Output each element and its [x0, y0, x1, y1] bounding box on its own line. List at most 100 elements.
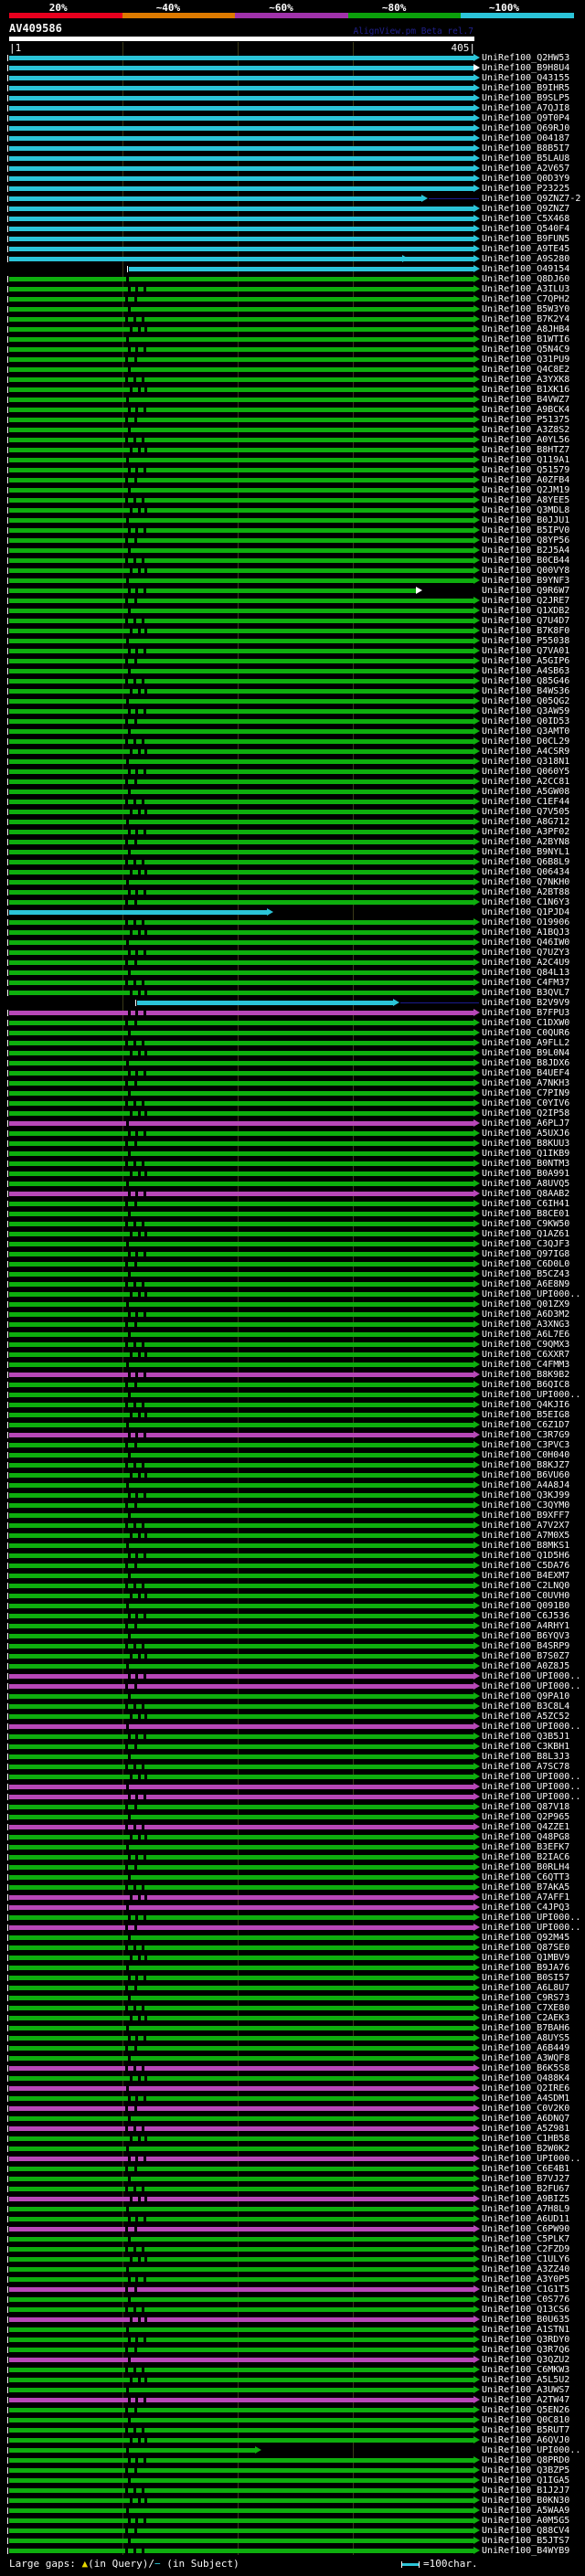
alignment-row[interactable]: UniRef100_B7BAH6 [0, 2023, 585, 2033]
alignment-row[interactable]: UniRef100_A6L8U7 [0, 1983, 585, 1993]
alignment-row[interactable]: UniRef100_B9YNF3 [0, 576, 585, 586]
alignment-row[interactable]: UniRef100_B2J5A4 [0, 546, 585, 556]
subject-label[interactable]: UniRef100_Q92M45 [482, 1933, 569, 1943]
subject-label[interactable]: UniRef100_A4CSR9 [482, 747, 569, 757]
alignment-row[interactable]: UniRef100_Q9ZNZ7-2 [0, 194, 585, 204]
subject-label[interactable]: UniRef100_C0YIV6 [482, 1098, 569, 1108]
alignment-row[interactable]: UniRef100_B7VJ27 [0, 2174, 585, 2184]
subject-label[interactable]: UniRef100_B9YNF3 [482, 576, 569, 586]
subject-label[interactable]: UniRef100_Q13CS6 [482, 2305, 569, 2315]
subject-label[interactable]: UniRef100_A1BQJ3 [482, 928, 569, 938]
alignment-row[interactable]: UniRef100_A2BT88 [0, 887, 585, 897]
subject-label[interactable]: UniRef100_O04187 [482, 133, 569, 143]
alignment-row[interactable]: UniRef100_C1N6Y3 [0, 897, 585, 907]
subject-label[interactable]: UniRef100_B7VJ27 [482, 2174, 569, 2184]
subject-label[interactable]: UniRef100_B1J2J7 [482, 2486, 569, 2496]
alignment-row[interactable]: UniRef100_Q51579 [0, 465, 585, 475]
subject-label[interactable]: UniRef100_C4JPQ3 [482, 1903, 569, 1913]
subject-label[interactable]: UniRef100_A9FLL2 [482, 1038, 569, 1048]
alignment-row[interactable]: UniRef100_C9KW50 [0, 1219, 585, 1229]
subject-label[interactable]: UniRef100_A4SDM1 [482, 2094, 569, 2104]
alignment-row[interactable]: UniRef100_B2V9V9 [0, 998, 585, 1008]
subject-label[interactable]: UniRef100_C3KBH1 [482, 1742, 569, 1752]
alignment-row[interactable]: UniRef100_C0UVH0 [0, 1591, 585, 1601]
subject-label[interactable]: UniRef100_C1N6Y3 [482, 897, 569, 907]
subject-label[interactable]: UniRef100_UPI000.. [482, 1671, 580, 1681]
alignment-row[interactable]: UniRef100_A6E8N9 [0, 1279, 585, 1289]
subject-label[interactable]: UniRef100_B8JDX6 [482, 1058, 569, 1068]
subject-label[interactable]: UniRef100_A0ZFB4 [482, 475, 569, 485]
alignment-row[interactable]: UniRef100_Q4ZZE1 [0, 1822, 585, 1832]
alignment-row[interactable]: UniRef100_C0QUR6 [0, 1028, 585, 1038]
alignment-row[interactable]: UniRef100_O19906 [0, 917, 585, 928]
subject-label[interactable]: UniRef100_Q8YP56 [482, 535, 569, 546]
subject-label[interactable]: UniRef100_A0M5G5 [482, 2516, 569, 2526]
alignment-row[interactable]: UniRef100_UPI000.. [0, 1923, 585, 1933]
alignment-row[interactable]: UniRef100_C5DA76 [0, 1561, 585, 1571]
subject-label[interactable]: UniRef100_Q2IRE6 [482, 2083, 569, 2094]
subject-label[interactable]: UniRef100_Q5EN26 [482, 2405, 569, 2415]
subject-label[interactable]: UniRef100_A5UXJ6 [482, 1129, 569, 1139]
subject-label[interactable]: UniRef100_UPI000.. [482, 1792, 580, 1802]
subject-label[interactable]: UniRef100_Q1XDB2 [482, 606, 569, 616]
subject-label[interactable]: UniRef100_A7AFF1 [482, 1892, 569, 1903]
alignment-row[interactable]: UniRef100_C6E4B1 [0, 2164, 585, 2174]
alignment-row[interactable]: UniRef100_Q3MDL8 [0, 505, 585, 515]
subject-label[interactable]: UniRef100_A5GIP6 [482, 656, 569, 666]
alignment-row[interactable]: UniRef100_Q0ID53 [0, 716, 585, 726]
alignment-row[interactable]: UniRef100_C3KBH1 [0, 1742, 585, 1752]
subject-label[interactable]: UniRef100_Q46IW0 [482, 938, 569, 948]
subject-label[interactable]: UniRef100_B0A991 [482, 1169, 569, 1179]
subject-label[interactable]: UniRef100_A0Z8J5 [482, 1661, 569, 1671]
subject-label[interactable]: UniRef100_Q3BZP5 [482, 2465, 569, 2475]
alignment-row[interactable]: UniRef100_A8YEE5 [0, 495, 585, 505]
subject-label[interactable]: UniRef100_UPI000.. [482, 1782, 580, 1792]
alignment-row[interactable]: UniRef100_A4SDM1 [0, 2094, 585, 2104]
subject-label[interactable]: UniRef100_B8KJZ7 [482, 1460, 569, 1470]
subject-label[interactable]: UniRef100_C6IH41 [482, 1199, 569, 1209]
subject-label[interactable]: UniRef100_C7XE80 [482, 2003, 569, 2013]
alignment-row[interactable]: UniRef100_A5GW08 [0, 787, 585, 797]
subject-label[interactable]: UniRef100_A6UD11 [482, 2214, 569, 2224]
alignment-row[interactable]: UniRef100_B2IAC6 [0, 1852, 585, 1862]
alignment-row[interactable]: UniRef100_B9FUN5 [0, 234, 585, 244]
subject-label[interactable]: UniRef100_C9QMX3 [482, 1340, 569, 1350]
alignment-row[interactable]: UniRef100_Q540F4 [0, 224, 585, 234]
subject-label[interactable]: UniRef100_A5WAA9 [482, 2506, 569, 2516]
subject-label[interactable]: UniRef100_A3ILU3 [482, 284, 569, 294]
subject-label[interactable]: UniRef100_B6YQV3 [482, 1631, 569, 1641]
subject-label[interactable]: UniRef100_Q69RJ0 [482, 123, 569, 133]
alignment-row[interactable]: UniRef100_UPI000.. [0, 1772, 585, 1782]
alignment-row[interactable]: UniRef100_Q8YP56 [0, 535, 585, 546]
subject-label[interactable]: UniRef100_B7S0Z7 [482, 1651, 569, 1661]
alignment-row[interactable]: UniRef100_A9BIZ5 [0, 2194, 585, 2204]
subject-label[interactable]: UniRef100_A3UWS7 [482, 2385, 569, 2395]
subject-label[interactable]: UniRef100_B4SRP9 [482, 1641, 569, 1651]
subject-label[interactable]: UniRef100_Q540F4 [482, 224, 569, 234]
subject-label[interactable]: UniRef100_Q1MBV9 [482, 1953, 569, 1963]
subject-label[interactable]: UniRef100_P55038 [482, 636, 569, 646]
subject-label[interactable]: UniRef100_Q7V505 [482, 807, 569, 817]
alignment-row[interactable]: UniRef100_A3WQF8 [0, 2053, 585, 2063]
subject-label[interactable]: UniRef100_B7K8F0 [482, 626, 569, 636]
alignment-row[interactable]: UniRef100_A2BYN8 [0, 837, 585, 847]
subject-label[interactable]: UniRef100_A3PF02 [482, 827, 569, 837]
alignment-row[interactable]: UniRef100_A5WAA9 [0, 2506, 585, 2516]
subject-label[interactable]: UniRef100_Q6B8L9 [482, 857, 569, 867]
subject-label[interactable]: UniRef100_A7QJI8 [482, 103, 569, 113]
alignment-row[interactable]: UniRef100_Q318N1 [0, 757, 585, 767]
alignment-row[interactable]: UniRef100_UPI000.. [0, 1792, 585, 1802]
alignment-row[interactable]: UniRef100_C5X468 [0, 214, 585, 224]
subject-label[interactable]: UniRef100_A3Z8S2 [482, 425, 569, 435]
alignment-row[interactable]: UniRef100_B2W0K2 [0, 2144, 585, 2154]
alignment-row[interactable]: UniRef100_C2FZD9 [0, 2244, 585, 2254]
alignment-row[interactable]: UniRef100_Q3R7Q6 [0, 2345, 585, 2355]
alignment-row[interactable]: UniRef100_B7S0Z7 [0, 1651, 585, 1661]
subject-label[interactable]: UniRef100_C4FMM3 [482, 1360, 569, 1370]
subject-label[interactable]: UniRef100_C9KW50 [482, 1219, 569, 1229]
subject-label[interactable]: UniRef100_O19906 [482, 917, 569, 928]
alignment-row[interactable]: UniRef100_B4EXM7 [0, 1571, 585, 1581]
subject-label[interactable]: UniRef100_C2AEK3 [482, 2013, 569, 2023]
subject-label[interactable]: UniRef100_A6B449 [482, 2043, 569, 2053]
subject-label[interactable]: UniRef100_A7H8L9 [482, 2204, 569, 2214]
